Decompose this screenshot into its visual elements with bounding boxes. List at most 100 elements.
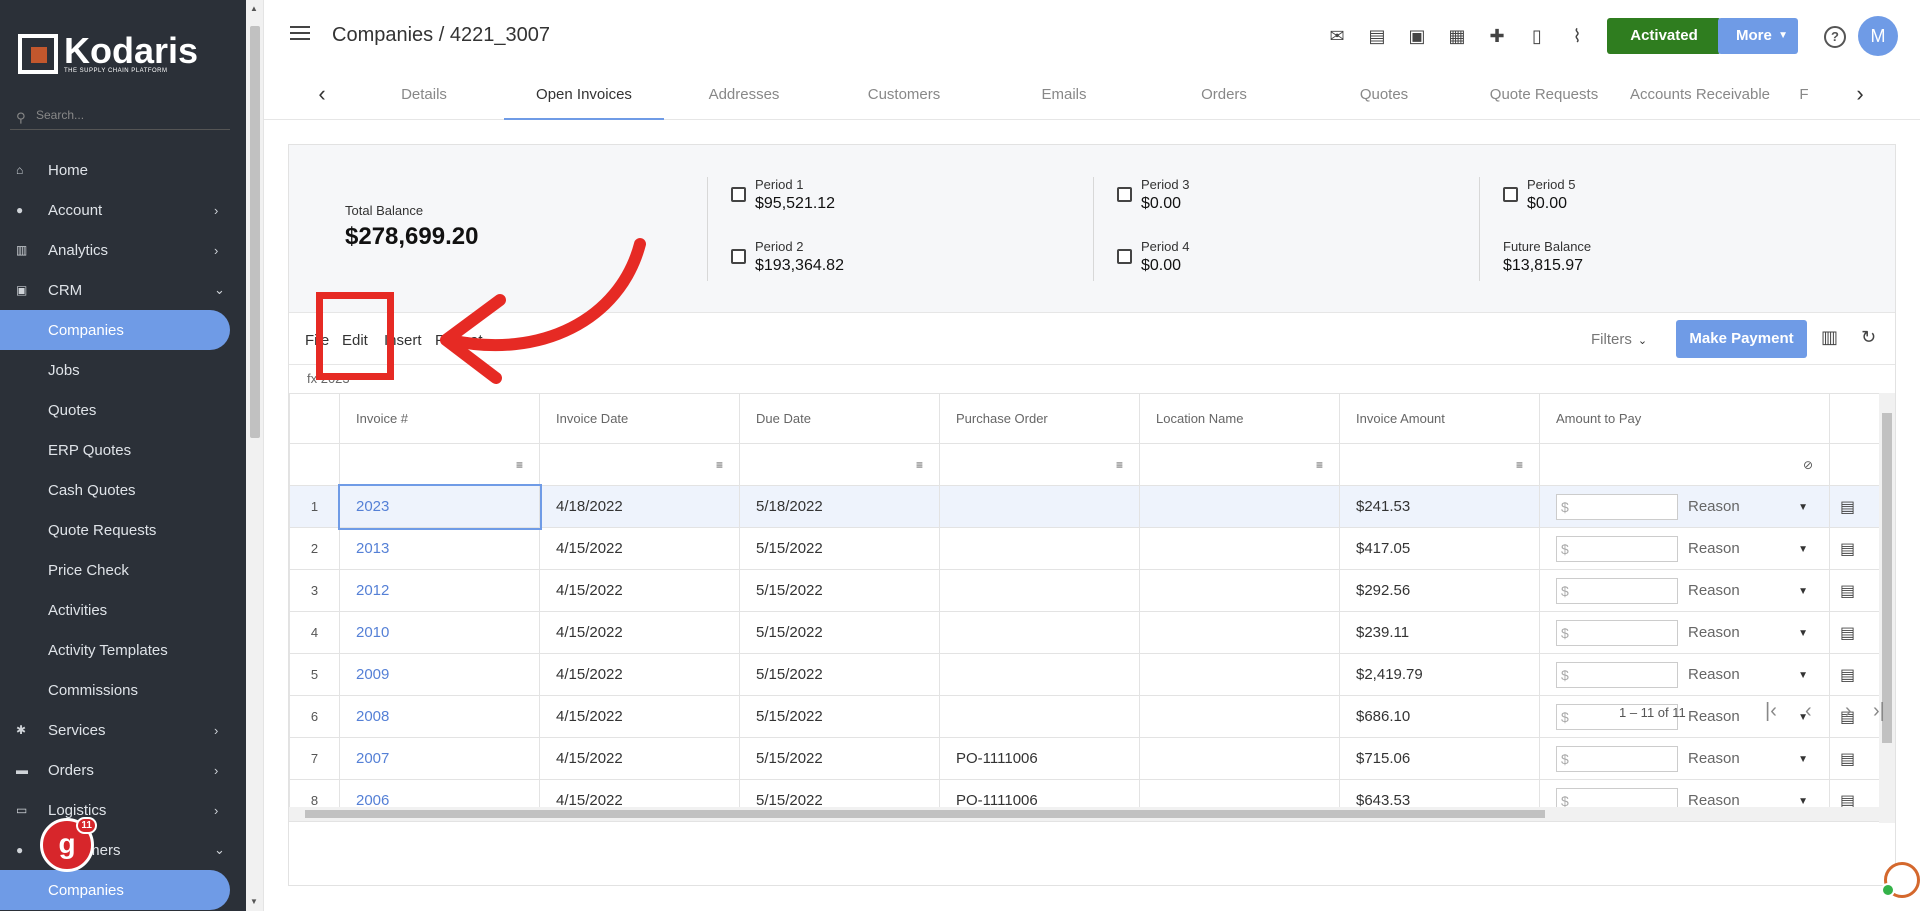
table-row[interactable]: 3 2012 4/15/2022 5/15/2022 $292.56 $ Reason ▼ ▤ bbox=[289, 569, 1880, 612]
scroll-thumb[interactable] bbox=[305, 810, 1545, 818]
filter-icon[interactable]: ≡ bbox=[516, 458, 523, 472]
amount-to-pay-input[interactable]: $ bbox=[1556, 493, 1678, 520]
tab-emails[interactable]: Emails bbox=[984, 70, 1144, 120]
mail-icon[interactable]: ✉ bbox=[1326, 26, 1348, 46]
gift-icon[interactable]: ▣ bbox=[1406, 26, 1428, 46]
sidebar-item-logistics[interactable]: ▭ Logistics › bbox=[0, 790, 230, 830]
guide-badge[interactable]: 11 g bbox=[40, 817, 97, 872]
make-payment-button[interactable]: Make Payment bbox=[1676, 320, 1807, 358]
filter-icon[interactable]: ≡ bbox=[716, 458, 723, 472]
card-check-icon[interactable]: ▤ bbox=[1366, 26, 1388, 46]
amount-to-pay-input[interactable]: $ bbox=[1556, 577, 1678, 604]
period-3-checkbox[interactable] bbox=[1117, 187, 1132, 202]
column-header[interactable]: Location Name bbox=[1139, 393, 1340, 444]
sidebar-item-account[interactable]: ● Account › bbox=[0, 190, 230, 230]
filter-off-icon[interactable]: ⊘ bbox=[1803, 458, 1813, 472]
add-person-icon[interactable]: ✚ bbox=[1486, 26, 1508, 46]
activated-button[interactable]: Activated bbox=[1607, 18, 1721, 54]
filter-icon[interactable]: ≡ bbox=[1316, 458, 1323, 472]
amount-to-pay-input[interactable]: $ bbox=[1556, 745, 1678, 772]
filters-dropdown[interactable]: Filters ⌄ bbox=[1591, 331, 1647, 348]
grid-horizontal-scrollbar[interactable] bbox=[289, 807, 1879, 821]
help-icon[interactable]: ? bbox=[1824, 26, 1846, 48]
sidebar-item-services[interactable]: ✱ Services › bbox=[0, 710, 230, 750]
sidebar-item-companies[interactable]: Companies bbox=[0, 870, 230, 910]
refresh-icon[interactable]: ↻ bbox=[1861, 327, 1876, 348]
building-icon[interactable]: ▦ bbox=[1446, 26, 1468, 46]
tab-accounts-receivable[interactable]: Accounts Receivable bbox=[1620, 70, 1780, 120]
comment-icon[interactable]: ▤ bbox=[1840, 499, 1855, 516]
column-header[interactable]: Invoice Date bbox=[539, 393, 740, 444]
column-header[interactable]: Invoice Amount bbox=[1339, 393, 1540, 444]
sidebar-item-cash-quotes[interactable]: Cash Quotes bbox=[0, 470, 230, 510]
sidebar-scrollbar[interactable]: ▲ ▼ bbox=[246, 0, 264, 911]
reason-select[interactable]: Reason ▼ bbox=[1688, 750, 1808, 767]
tab-details[interactable]: Details bbox=[344, 70, 504, 120]
logo[interactable]: Kodaris THE SUPPLY CHAIN PLATFORM bbox=[18, 33, 198, 74]
tab-orders[interactable]: Orders bbox=[1144, 70, 1304, 120]
table-row[interactable]: 7 2007 4/15/2022 5/15/2022 PO-1111006 $715.06… bbox=[289, 737, 1880, 780]
sidebar-item-jobs[interactable]: Jobs bbox=[0, 350, 230, 390]
add-file-icon[interactable]: ▯ bbox=[1526, 26, 1548, 46]
sidebar-item-activities[interactable]: Activities bbox=[0, 590, 230, 630]
comment-icon[interactable]: ▤ bbox=[1840, 751, 1855, 768]
columns-icon[interactable]: ▥ bbox=[1821, 327, 1838, 348]
tab-prev-icon[interactable]: ‹ bbox=[310, 82, 334, 106]
sidebar-item-companies[interactable]: Companies bbox=[0, 310, 230, 350]
scroll-thumb[interactable] bbox=[1882, 413, 1892, 743]
prev-page-icon[interactable]: ‹ bbox=[1805, 700, 1812, 723]
sidebar-item-crm[interactable]: ▣ CRM ⌄ bbox=[0, 270, 230, 310]
comment-icon[interactable]: ▤ bbox=[1840, 541, 1855, 558]
table-row[interactable]: 5 2009 4/15/2022 5/15/2022 $2,419.79 $ Reason ▼… bbox=[289, 653, 1880, 696]
sidebar-item-quote-requests[interactable]: Quote Requests bbox=[0, 510, 230, 550]
scroll-thumb[interactable] bbox=[250, 26, 260, 438]
table-row[interactable]: 2 2013 4/15/2022 5/15/2022 $417.05 $ Reason ▼ ▤ bbox=[289, 527, 1880, 570]
more-button[interactable]: More ▼ bbox=[1718, 18, 1798, 54]
tab-next-icon[interactable]: › bbox=[1848, 82, 1872, 106]
reason-select[interactable]: Reason ▼ bbox=[1688, 498, 1808, 515]
invoice-number-link[interactable]: 2012 bbox=[339, 569, 540, 612]
attachment-icon[interactable]: ⌇ bbox=[1566, 26, 1588, 46]
comment-icon[interactable]: ▤ bbox=[1840, 583, 1855, 600]
table-row[interactable]: 1 2023 4/18/2022 5/18/2022 $241.53 $ Reason ▼ ▤ bbox=[289, 483, 1880, 530]
amount-to-pay-input[interactable]: $ bbox=[1556, 535, 1678, 562]
invoice-number-link[interactable]: 2010 bbox=[339, 611, 540, 654]
column-header[interactable]: Amount to Pay bbox=[1539, 393, 1830, 444]
table-row[interactable]: 4 2010 4/15/2022 5/15/2022 $239.11 $ Reason ▼ ▤ bbox=[289, 611, 1880, 654]
reason-select[interactable]: Reason ▼ bbox=[1688, 540, 1808, 557]
sidebar-item-analytics[interactable]: ▥ Analytics › bbox=[0, 230, 230, 270]
column-header[interactable]: Purchase Order bbox=[939, 393, 1140, 444]
invoice-number-link[interactable]: 2008 bbox=[339, 695, 540, 738]
sidebar-item-erp-quotes[interactable]: ERP Quotes bbox=[0, 430, 230, 470]
invoice-number-link[interactable]: 2009 bbox=[339, 653, 540, 696]
amount-to-pay-input[interactable]: $ bbox=[1556, 661, 1678, 688]
sidebar-item-activity-templates[interactable]: Activity Templates bbox=[0, 630, 230, 670]
comment-icon[interactable]: ▤ bbox=[1840, 625, 1855, 642]
sidebar-item-orders[interactable]: ▬ Orders › bbox=[0, 750, 230, 790]
avatar[interactable]: M bbox=[1858, 16, 1898, 56]
tab-addresses[interactable]: Addresses bbox=[664, 70, 824, 120]
scroll-up-icon[interactable]: ▲ bbox=[250, 4, 258, 13]
tab-open-invoices[interactable]: Open Invoices bbox=[504, 70, 664, 120]
reason-select[interactable]: Reason ▼ bbox=[1688, 582, 1808, 599]
invoice-number-link[interactable]: 2013 bbox=[339, 527, 540, 570]
reason-select[interactable]: Reason ▼ bbox=[1688, 708, 1808, 725]
tab-f[interactable]: F bbox=[1784, 70, 1824, 120]
tab-customers[interactable]: Customers bbox=[824, 70, 984, 120]
sidebar-item-customers[interactable]: ●Customers⌄ bbox=[0, 830, 230, 870]
invoice-number-link[interactable]: 2007 bbox=[339, 737, 540, 780]
column-header[interactable]: Invoice # bbox=[339, 393, 540, 444]
sidebar-item-home[interactable]: ⌂ Home bbox=[0, 150, 230, 190]
filter-icon[interactable]: ≡ bbox=[1116, 458, 1123, 472]
sidebar-search-input[interactable]: ⚲ Search... bbox=[10, 108, 230, 130]
sidebar-item-price-check[interactable]: Price Check bbox=[0, 550, 230, 590]
period-5-checkbox[interactable] bbox=[1503, 187, 1518, 202]
tab-quotes[interactable]: Quotes bbox=[1304, 70, 1464, 120]
chat-support-icon[interactable] bbox=[1881, 862, 1920, 898]
amount-to-pay-input[interactable]: $ bbox=[1556, 619, 1678, 646]
period-1-checkbox[interactable] bbox=[731, 187, 746, 202]
comment-icon[interactable]: ▤ bbox=[1840, 667, 1855, 684]
next-page-icon[interactable]: › bbox=[1845, 700, 1852, 723]
invoice-number-link[interactable]: 2023 bbox=[337, 483, 542, 530]
sidebar-item-quotes[interactable]: Quotes bbox=[0, 390, 230, 430]
